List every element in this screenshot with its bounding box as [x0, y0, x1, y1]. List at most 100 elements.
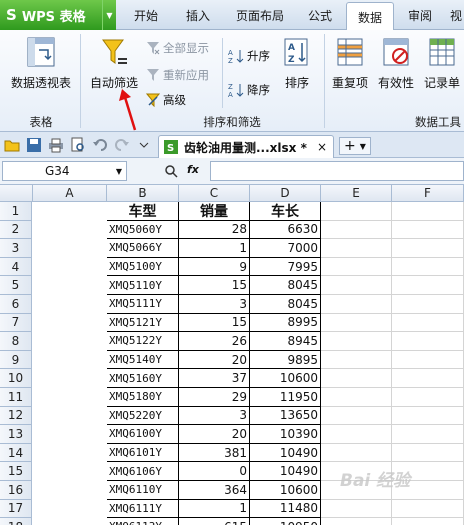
chevron-down-icon[interactable]: ▼: [116, 167, 122, 176]
pivot-table-button[interactable]: 数据透视表: [6, 36, 76, 91]
table-cell[interactable]: 0: [179, 462, 250, 481]
table-cell[interactable]: 7000: [250, 239, 321, 258]
quick-access-menu-icon[interactable]: [138, 137, 150, 153]
close-tab-icon[interactable]: ×: [317, 140, 327, 154]
table-cell[interactable]: 9895: [250, 350, 321, 370]
table-cell[interactable]: 381: [179, 443, 250, 463]
new-tab-button[interactable]: + ▼: [339, 137, 371, 155]
row-header[interactable]: 4: [0, 257, 32, 277]
table-cell[interactable]: 10490: [250, 443, 321, 463]
table-cell[interactable]: 13650: [250, 406, 321, 426]
table-cell[interactable]: [392, 425, 464, 444]
sort-button[interactable]: A Z 排序: [280, 36, 314, 91]
print-preview-icon[interactable]: [70, 137, 86, 153]
row-header[interactable]: 6: [0, 295, 32, 314]
row-header[interactable]: 7: [0, 313, 32, 333]
row-header[interactable]: 2: [0, 220, 32, 240]
table-cell[interactable]: XMQ5122Y: [107, 332, 179, 351]
table-cell[interactable]: XMQ5180Y: [107, 388, 179, 407]
table-cell[interactable]: [321, 388, 392, 407]
menu-home[interactable]: 开始: [122, 0, 170, 30]
table-cell[interactable]: XMQ5100Y: [107, 257, 179, 277]
table-cell[interactable]: XMQ5140Y: [107, 350, 179, 370]
table-cell[interactable]: 3: [179, 295, 250, 314]
table-cell[interactable]: 1: [179, 239, 250, 258]
table-cell[interactable]: 10490: [250, 462, 321, 481]
table-cell[interactable]: [321, 350, 392, 370]
table-cell[interactable]: [321, 257, 392, 277]
table-cell[interactable]: XMQ5220Y: [107, 406, 179, 426]
table-cell[interactable]: [392, 239, 464, 258]
validity-button[interactable]: 有效性: [374, 36, 418, 91]
menu-view[interactable]: 视: [446, 0, 464, 30]
table-cell[interactable]: [321, 369, 392, 388]
table-cell[interactable]: XMQ5066Y: [107, 239, 179, 258]
duplicates-button[interactable]: 重复项: [328, 36, 372, 91]
table-cell[interactable]: 10600: [250, 369, 321, 388]
table-cell[interactable]: XMQ6106Y: [107, 462, 179, 481]
table-cell[interactable]: 3: [179, 406, 250, 426]
table-cell[interactable]: 9: [179, 257, 250, 277]
table-cell[interactable]: 1: [179, 499, 250, 519]
table-cell[interactable]: XMQ5110Y: [107, 276, 179, 295]
table-cell[interactable]: [321, 406, 392, 426]
table-cell[interactable]: XMQ5111Y: [107, 295, 179, 314]
table-cell[interactable]: [392, 350, 464, 370]
table-cell[interactable]: XMQ5160Y: [107, 369, 179, 388]
table-cell[interactable]: [321, 295, 392, 314]
row-header[interactable]: 13: [0, 425, 32, 444]
table-cell[interactable]: [321, 443, 392, 463]
table-cell[interactable]: [321, 499, 392, 519]
table-cell[interactable]: 29: [179, 388, 250, 407]
table-cell[interactable]: XMQ6111Y: [107, 499, 179, 519]
table-cell[interactable]: 8045: [250, 295, 321, 314]
table-cell[interactable]: [321, 239, 392, 258]
table-cell[interactable]: [321, 202, 392, 221]
wps-menu-button[interactable]: S WPS 表格 ▼: [0, 0, 116, 30]
table-cell[interactable]: 20: [179, 425, 250, 444]
table-cell[interactable]: [321, 518, 392, 525]
name-box[interactable]: G34 ▼: [2, 161, 127, 181]
table-cell[interactable]: [321, 313, 392, 333]
table-cell[interactable]: [321, 332, 392, 351]
table-cell[interactable]: 37: [179, 369, 250, 388]
table-cell[interactable]: 11950: [250, 388, 321, 407]
table-cell[interactable]: [392, 295, 464, 314]
table-cell[interactable]: 15: [179, 276, 250, 295]
table-cell[interactable]: 20: [179, 350, 250, 370]
table-cell[interactable]: [321, 220, 392, 240]
advanced-filter-button[interactable]: 高级: [146, 92, 186, 108]
sort-ascending-button[interactable]: AZ 升序: [228, 48, 270, 64]
table-cell[interactable]: [392, 518, 464, 525]
zoom-search-icon[interactable]: [164, 164, 178, 178]
menu-insert[interactable]: 插入: [174, 0, 222, 30]
table-cell[interactable]: XMQ6113Y: [107, 518, 179, 525]
table-cell[interactable]: XMQ5060Y: [107, 220, 179, 240]
open-folder-icon[interactable]: [4, 137, 20, 153]
table-cell[interactable]: [321, 276, 392, 295]
table-cell[interactable]: [392, 332, 464, 351]
table-cell[interactable]: [392, 257, 464, 277]
table-cell[interactable]: [392, 388, 464, 407]
row-header[interactable]: 16: [0, 481, 32, 500]
column-header-e[interactable]: E: [321, 185, 392, 202]
row-header[interactable]: 1: [0, 202, 32, 221]
table-cell[interactable]: 8045: [250, 276, 321, 295]
table-cell[interactable]: [392, 443, 464, 463]
row-header[interactable]: 11: [0, 388, 32, 407]
table-cell[interactable]: 6630: [250, 220, 321, 240]
table-cell[interactable]: 615: [179, 518, 250, 525]
table-cell[interactable]: [392, 276, 464, 295]
row-header[interactable]: 3: [0, 239, 32, 258]
header-cell[interactable]: 销量: [179, 202, 250, 221]
row-header[interactable]: 18: [0, 518, 32, 525]
autofilter-button[interactable]: 自动筛选: [86, 36, 142, 91]
table-cell[interactable]: [392, 220, 464, 240]
table-cell[interactable]: XMQ6100Y: [107, 425, 179, 444]
row-header[interactable]: 9: [0, 350, 32, 370]
table-cell[interactable]: 26: [179, 332, 250, 351]
table-cell[interactable]: [392, 369, 464, 388]
table-cell[interactable]: [392, 202, 464, 221]
menu-formulas[interactable]: 公式: [298, 0, 342, 30]
row-header[interactable]: 10: [0, 369, 32, 388]
